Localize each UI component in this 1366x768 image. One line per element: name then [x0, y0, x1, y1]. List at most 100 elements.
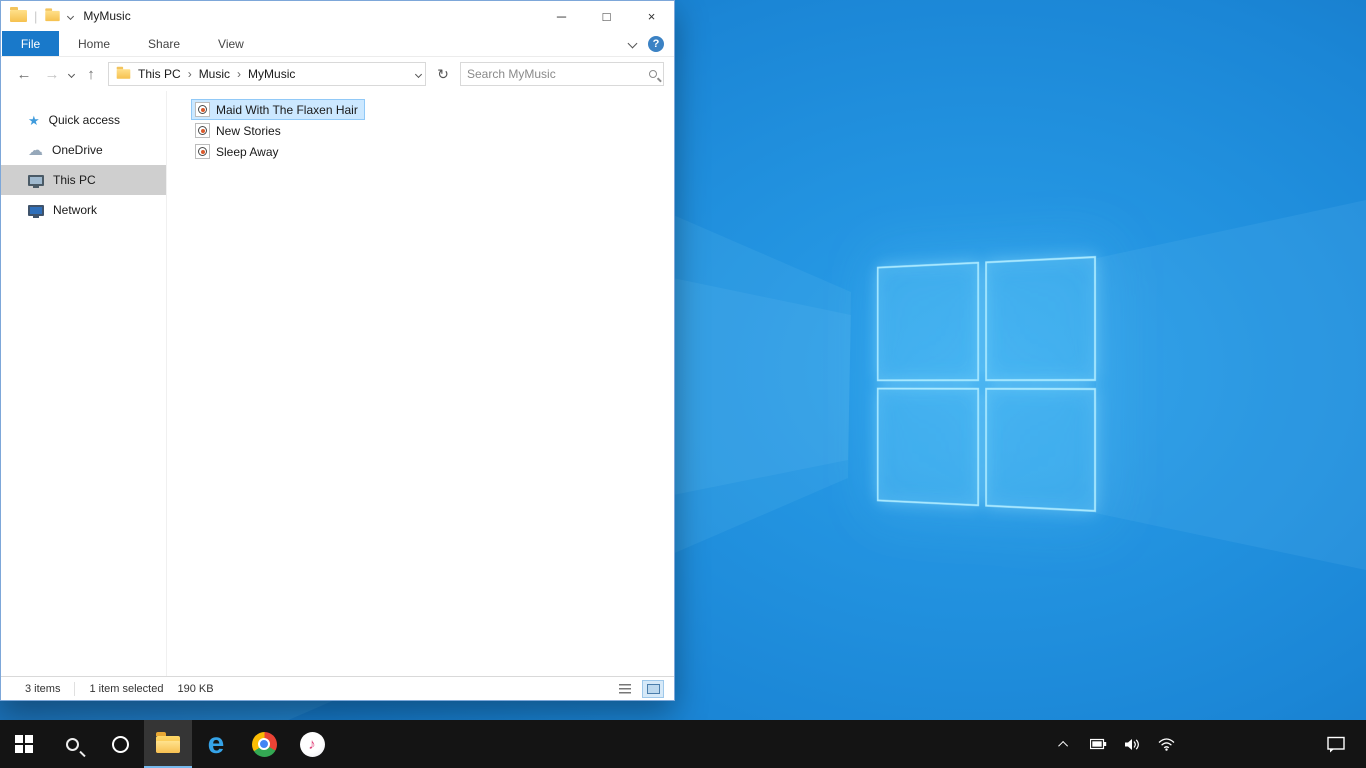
explorer-body: ★ Quick access ☁ OneDrive This PC Networ… [1, 91, 674, 676]
breadcrumb-separator: › [237, 67, 241, 81]
forward-button[interactable]: → [41, 66, 63, 83]
sidebar-item-this-pc[interactable]: This PC [1, 165, 166, 195]
music-file-icon [195, 102, 210, 117]
quick-access-toolbar: | [1, 9, 73, 24]
sidebar-item-onedrive[interactable]: ☁ OneDrive [1, 135, 166, 165]
desktop[interactable]: | MyMusic ─ □ × File Home Share View ? ←… [0, 0, 1366, 768]
onedrive-cloud-icon: ☁ [28, 143, 43, 158]
close-button[interactable]: × [629, 1, 674, 31]
disc-icon [198, 105, 207, 114]
file-item[interactable]: Sleep Away [191, 141, 286, 162]
ribbon-right-controls: ? [629, 31, 674, 56]
speaker-icon [1124, 738, 1141, 751]
titlebar[interactable]: | MyMusic ─ □ × [1, 1, 674, 31]
breadcrumb-mymusic[interactable]: MyMusic [248, 67, 295, 81]
address-dropdown-chevron-icon[interactable] [415, 70, 422, 77]
battery-button[interactable] [1086, 720, 1110, 768]
music-file-icon [195, 144, 210, 159]
navigation-pane: ★ Quick access ☁ OneDrive This PC Networ… [1, 91, 167, 676]
search-box[interactable] [460, 62, 664, 86]
tab-file[interactable]: File [2, 31, 59, 56]
wifi-icon [1158, 738, 1175, 751]
search-input[interactable] [467, 67, 649, 81]
status-separator [74, 682, 75, 696]
up-button[interactable]: ↑ [80, 66, 102, 83]
qat-customize-chevron-icon[interactable] [67, 12, 74, 19]
tab-view[interactable]: View [199, 31, 263, 56]
help-icon[interactable]: ? [648, 36, 664, 52]
hidden-icons-button[interactable] [1052, 720, 1076, 768]
action-center-icon [1327, 736, 1346, 753]
taskbar-file-explorer-button[interactable] [144, 720, 192, 768]
volume-button[interactable] [1120, 720, 1144, 768]
sidebar-item-network[interactable]: Network [1, 195, 166, 225]
large-icons-view-icon [647, 684, 660, 694]
refresh-button[interactable]: ↻ [432, 66, 454, 83]
start-button[interactable] [0, 720, 48, 768]
taskbar-search-button[interactable] [48, 720, 96, 768]
minimize-button[interactable]: ─ [539, 1, 584, 31]
taskbar: e ♪ [0, 720, 1366, 768]
windows-logo-pane [877, 387, 979, 506]
file-name: New Stories [216, 124, 281, 138]
ribbon-tabs: File Home Share View ? [1, 31, 674, 57]
taskbar-itunes-button[interactable]: ♪ [288, 720, 336, 768]
recent-locations-chevron-icon[interactable] [68, 70, 75, 77]
qat-separator: | [34, 9, 37, 24]
quick-access-star-icon: ★ [28, 114, 40, 127]
breadcrumb-this-pc[interactable]: This PC [138, 67, 181, 81]
sidebar-item-label: This PC [53, 173, 96, 187]
sidebar-item-label: Network [53, 203, 97, 217]
music-file-icon [195, 123, 210, 138]
taskbar-chrome-button[interactable] [240, 720, 288, 768]
file-list[interactable]: Maid With The Flaxen Hair New Stories Sl… [167, 91, 674, 676]
search-icon [66, 738, 79, 751]
address-bar[interactable]: This PC › Music › MyMusic [108, 62, 426, 86]
chrome-icon [252, 732, 277, 757]
system-tray [1052, 720, 1366, 768]
file-name: Maid With The Flaxen Hair [216, 103, 358, 117]
network-button[interactable] [1154, 720, 1178, 768]
battery-icon [1090, 738, 1107, 750]
cortana-button[interactable] [96, 720, 144, 768]
expand-ribbon-chevron-icon[interactable] [628, 39, 638, 49]
large-icons-view-button[interactable] [642, 680, 664, 698]
details-view-icon [619, 684, 631, 694]
breadcrumb-music[interactable]: Music [199, 67, 230, 81]
view-toggles [614, 680, 664, 698]
sidebar-item-quick-access[interactable]: ★ Quick access [1, 105, 166, 135]
qat-folder-icon[interactable] [46, 11, 60, 21]
breadcrumb: This PC › Music › MyMusic [138, 67, 295, 81]
windows-logo-pane [877, 262, 979, 381]
disc-icon [198, 126, 207, 135]
file-name: Sleep Away [216, 145, 279, 159]
windows-logo-pane [985, 387, 1096, 512]
action-center-button[interactable] [1316, 720, 1356, 768]
file-item[interactable]: Maid With The Flaxen Hair [191, 99, 365, 120]
tab-share[interactable]: Share [129, 31, 199, 56]
back-button[interactable]: ← [13, 66, 35, 83]
edge-icon: e [208, 729, 225, 759]
tab-home[interactable]: Home [59, 31, 129, 56]
file-item[interactable]: New Stories [191, 120, 288, 141]
windows-logo-wallpaper [877, 256, 1096, 512]
maximize-button[interactable]: □ [584, 1, 629, 31]
selection-status: 1 item selected [89, 683, 163, 695]
disc-icon [198, 147, 207, 156]
window-title: MyMusic [83, 9, 130, 23]
details-view-button[interactable] [614, 680, 636, 698]
selection-size: 190 KB [177, 683, 213, 695]
cortana-icon [112, 736, 129, 753]
itunes-icon: ♪ [300, 732, 325, 757]
search-icon[interactable] [649, 70, 657, 78]
explorer-window-icon [10, 10, 27, 22]
address-folder-icon [117, 69, 131, 79]
network-icon [28, 205, 44, 216]
breadcrumb-separator: › [188, 67, 192, 81]
windows-logo-pane [985, 256, 1096, 381]
chevron-up-icon [1058, 740, 1068, 750]
items-count: 3 items [25, 683, 60, 695]
sidebar-item-label: Quick access [49, 113, 120, 127]
file-explorer-window: | MyMusic ─ □ × File Home Share View ? ←… [0, 0, 675, 701]
taskbar-edge-button[interactable]: e [192, 720, 240, 768]
